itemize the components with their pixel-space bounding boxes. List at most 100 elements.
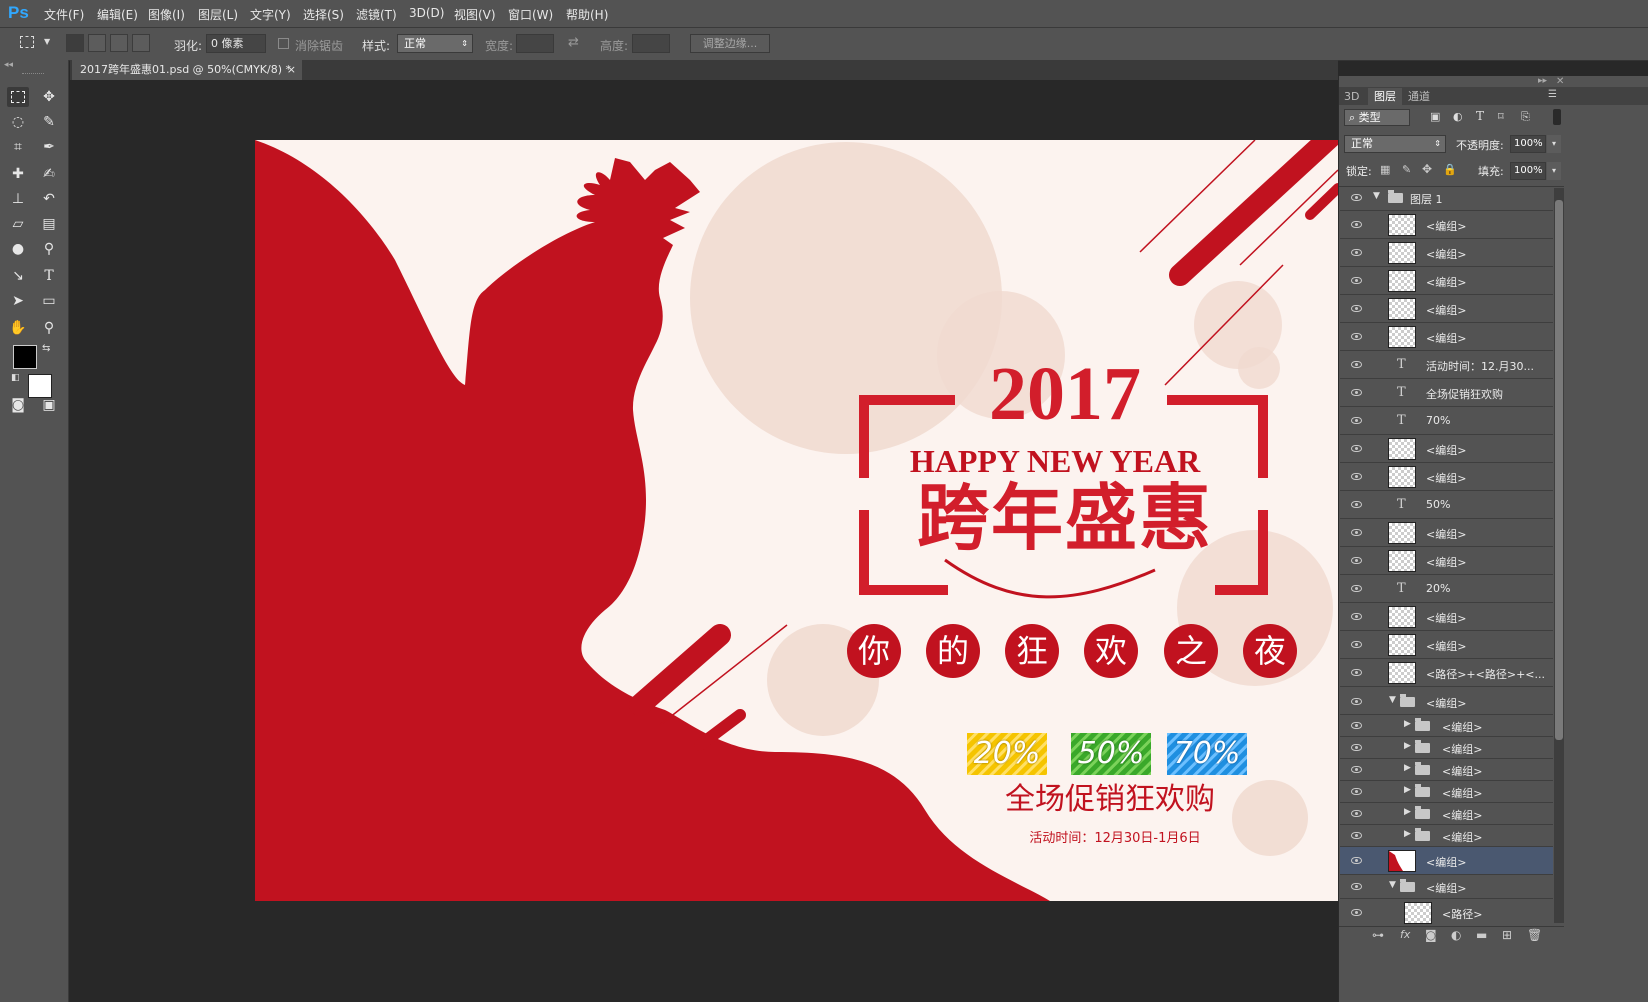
new-selection-button[interactable] [66,34,84,52]
eye-icon[interactable] [1351,276,1362,284]
close-tab-icon[interactable]: × [287,60,296,80]
panel-collapse-icon[interactable]: ▸▸ [1538,76,1547,86]
stamp-tool-icon[interactable]: ⊥ [7,189,29,209]
fx-icon[interactable]: fx [1400,928,1410,941]
filter-shape-icon[interactable]: ⌑ [1498,110,1504,123]
layer-row[interactable]: <路径> [1340,899,1553,927]
menu-filter[interactable]: 滤镜(T) [356,6,397,23]
panel-close-icon[interactable]: ✕ [1556,76,1564,87]
filter-smart-object-icon[interactable]: ⎘ [1521,110,1530,124]
expand-arrow-icon[interactable]: ▼ [1389,695,1396,705]
lock-transparent-icon[interactable]: ▦ [1380,163,1390,176]
layer-row[interactable]: ▼ <编组> [1340,875,1553,899]
layer-row-selected[interactable]: <编组> [1340,847,1553,875]
layer-row[interactable]: <编组> [1340,435,1553,463]
eye-icon[interactable] [1351,856,1362,864]
new-layer-icon[interactable]: ⊞ [1502,928,1512,942]
foreground-color-swatch[interactable] [13,345,37,369]
layer-row[interactable]: <编组> [1340,295,1553,323]
expand-arrow-icon[interactable]: ▶ [1404,785,1411,795]
eye-icon[interactable] [1351,220,1362,228]
expand-arrow-icon[interactable]: ▼ [1373,191,1380,201]
layer-row[interactable]: <编组> [1340,463,1553,491]
menu-view[interactable]: 视图(V) [454,6,496,23]
brush-tool-icon[interactable]: ✍ [38,164,60,184]
layer-row[interactable]: <编组> [1340,547,1553,575]
eye-icon[interactable] [1351,765,1362,773]
history-brush-tool-icon[interactable]: ↶ [38,189,60,209]
eye-icon[interactable] [1351,831,1362,839]
eye-icon[interactable] [1351,640,1362,648]
layer-row[interactable]: T 50% [1340,491,1553,519]
feather-input[interactable]: 0 像素 [206,34,266,53]
layer-row[interactable]: <编组> [1340,519,1553,547]
eye-icon[interactable] [1351,416,1362,424]
fill-slider-icon[interactable]: ▾ [1547,162,1561,180]
menu-image[interactable]: 图像(I) [148,6,185,23]
layer-row[interactable]: ▶ <编组> [1340,803,1553,825]
menu-window[interactable]: 窗口(W) [508,6,553,23]
layer-row[interactable]: <编组> [1340,267,1553,295]
dodge-tool-icon[interactable]: ⚲ [38,239,60,259]
eye-icon[interactable] [1351,388,1362,396]
eye-icon[interactable] [1351,721,1362,729]
opacity-input[interactable]: 100% [1510,135,1546,153]
expand-arrow-icon[interactable]: ▼ [1389,880,1396,890]
chevron-down-icon[interactable]: ▼ [44,37,50,46]
layer-row[interactable]: T 70% [1340,407,1553,435]
eye-icon[interactable] [1351,787,1362,795]
swap-colors-icon[interactable]: ⇆ [42,343,50,354]
opacity-slider-icon[interactable]: ▾ [1547,135,1561,153]
rectangle-tool-icon[interactable]: ▭ [38,291,60,311]
collapse-icon[interactable]: ◂◂ [4,60,13,70]
layer-row[interactable]: ▶ <编组> [1340,781,1553,803]
delete-layer-icon[interactable]: 🗑 [1527,928,1542,942]
type-tool-icon[interactable]: T [38,266,60,286]
subtract-selection-button[interactable] [110,34,128,52]
panel-menu-icon[interactable]: ☰ [1548,89,1557,100]
swap-icon[interactable]: ⇄ [568,35,579,50]
layer-row[interactable]: ▼ <编组> [1340,689,1553,715]
scrollbar-thumb[interactable] [1555,200,1563,740]
lock-pixels-icon[interactable]: ✎ [1402,163,1411,176]
eye-icon[interactable] [1351,668,1362,676]
document-canvas[interactable]: 2017 HAPPY NEW YEAR 跨年盛惠 你 的 狂 欢 之 夜 20%… [255,140,1338,901]
filter-kind-select[interactable]: ⌕ 类型 [1344,109,1410,126]
menu-edit[interactable]: 编辑(E) [97,6,138,23]
expand-arrow-icon[interactable]: ▶ [1404,719,1411,729]
eye-icon[interactable] [1351,612,1362,620]
default-colors-icon[interactable]: ◧ [11,373,20,383]
layer-row[interactable]: T 全场促销狂欢购 [1340,379,1553,407]
intersect-selection-button[interactable] [132,34,150,52]
layer-row[interactable]: ▶ <编组> [1340,737,1553,759]
layer-row[interactable]: ▶ <编组> [1340,715,1553,737]
gradient-tool-icon[interactable]: ▤ [38,214,60,234]
eye-icon[interactable] [1351,743,1362,751]
menu-type[interactable]: 文字(Y) [250,6,291,23]
filter-pixel-icon[interactable]: ▣ [1430,110,1440,123]
lock-position-icon[interactable]: ✥ [1422,162,1432,176]
lasso-tool-icon[interactable]: ◌ [7,112,29,132]
tab-channels[interactable]: 通道 [1408,88,1438,105]
link-layers-icon[interactable]: ⊶ [1372,928,1384,942]
width-input[interactable] [516,34,554,53]
layer-row[interactable]: <编组> [1340,631,1553,659]
expand-arrow-icon[interactable]: ▶ [1404,829,1411,839]
layer-row[interactable]: T 20% [1340,575,1553,603]
blend-mode-select[interactable]: 正常 ⇕ [1344,135,1446,153]
eye-icon[interactable] [1351,360,1362,368]
eye-icon[interactable] [1351,500,1362,508]
zoom-tool-icon[interactable]: ⚲ [38,318,60,338]
marquee-tool-icon[interactable] [20,36,34,48]
filter-type-icon[interactable]: T [1476,109,1484,123]
crop-tool-icon[interactable]: ⌗ [7,137,29,157]
blur-tool-icon[interactable]: ● [7,239,29,259]
style-select[interactable]: 正常 ⇕ [397,34,473,53]
tab-3d[interactable]: 3D [1344,88,1362,105]
height-input[interactable] [632,34,670,53]
path-select-tool-icon[interactable]: ➤ [7,291,29,311]
eye-icon[interactable] [1351,472,1362,480]
menu-select[interactable]: 选择(S) [303,6,344,23]
filter-adjustment-icon[interactable]: ◐ [1453,110,1463,123]
move-tool-icon[interactable]: ✥ [38,87,60,107]
